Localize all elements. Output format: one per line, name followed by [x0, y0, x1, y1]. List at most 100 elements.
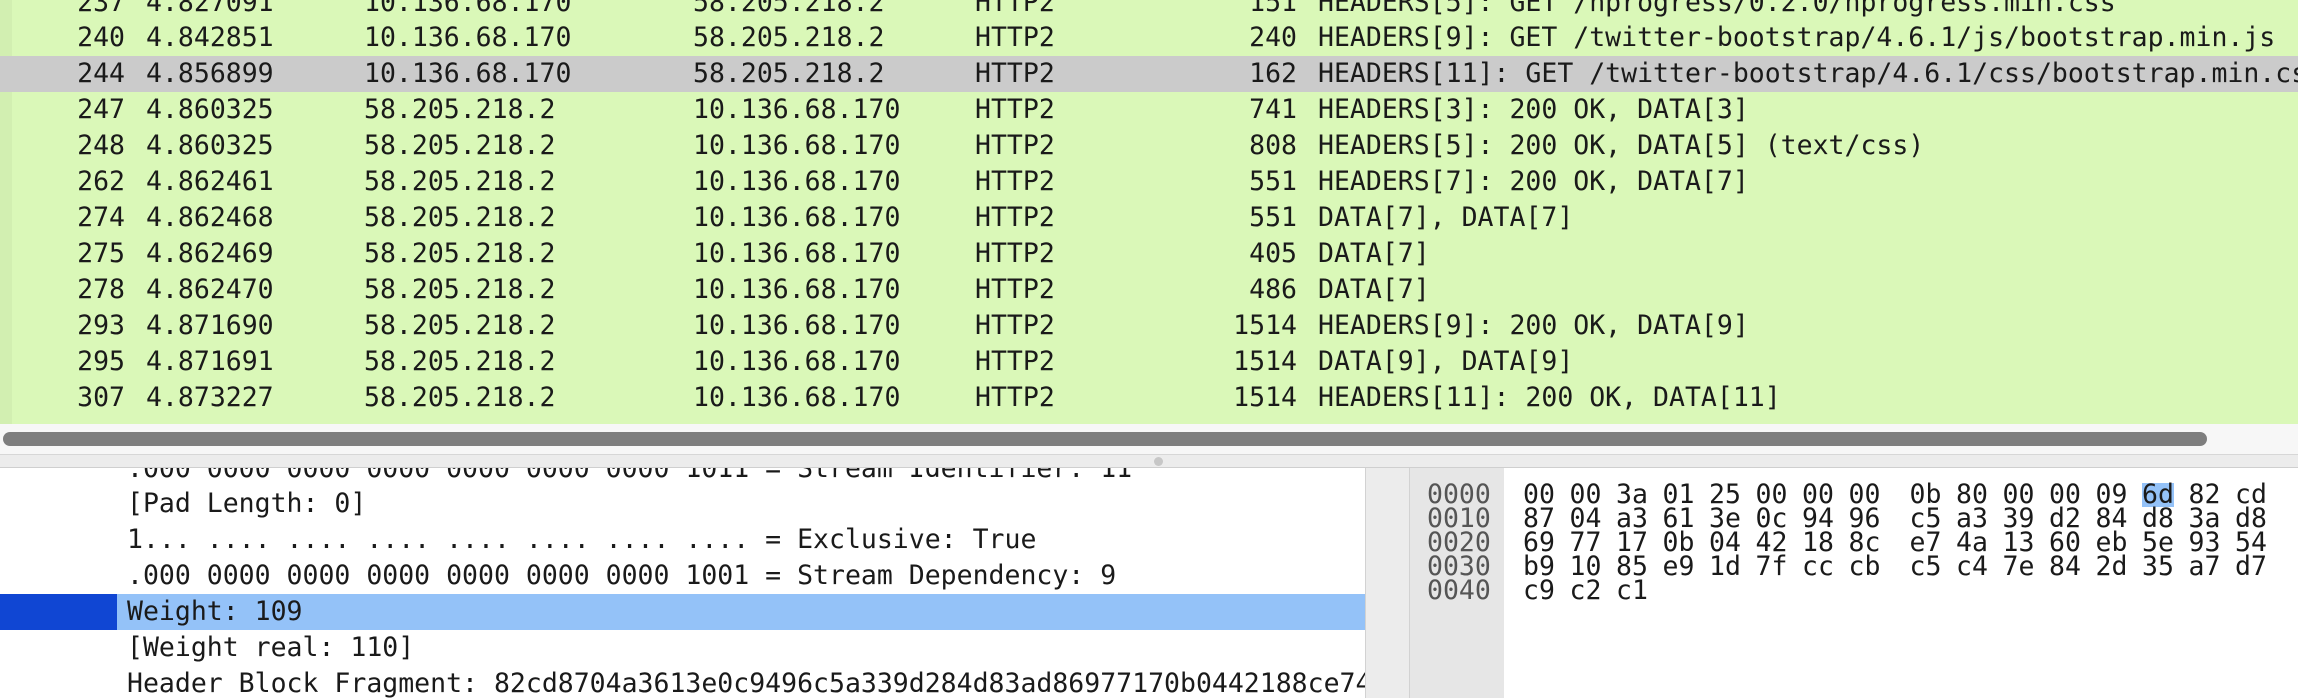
detail-line[interactable]: .000 0000 0000 0000 0000 0000 0000 1011 …: [0, 468, 1365, 487]
packet-protocol: HTTP2: [975, 94, 1055, 125]
packet-number: 237: [77, 0, 125, 18]
packet-row-selected[interactable]: 244 4.856899 10.136.68.170 58.205.218.2 HTTP…: [0, 56, 2298, 92]
packet-info: HEADERS[11]: GET /twitter-bootstrap/4.6.…: [1318, 58, 2298, 89]
packet-time: 4.842851: [146, 22, 274, 53]
packet-length: 1514: [1233, 310, 1297, 341]
detail-text: Weight: 109: [127, 596, 303, 627]
packet-length: 741: [1249, 94, 1297, 125]
packet-number: 293: [77, 310, 125, 341]
hex-byte[interactable]: 7f: [1756, 553, 1788, 580]
packet-time: 4.862470: [146, 274, 274, 305]
packet-info: HEADERS[9]: 200 OK, DATA[9]: [1318, 310, 1749, 341]
packet-source: 58.205.218.2: [364, 94, 556, 125]
packet-row[interactable]: 275 4.862469 58.205.218.2 10.136.68.170 HTTP…: [0, 236, 2298, 272]
packet-destination: 10.136.68.170: [693, 130, 901, 161]
pane-splitter[interactable]: [0, 454, 2298, 468]
hex-byte[interactable]: e9: [1663, 553, 1695, 580]
hex-byte[interactable]: c9: [1523, 577, 1555, 604]
packet-time: 4.871691: [146, 346, 274, 377]
hex-byte[interactable]: c4: [1956, 553, 1988, 580]
packet-protocol: HTTP2: [975, 166, 1055, 197]
packet-destination: 10.136.68.170: [693, 346, 901, 377]
hex-byte[interactable]: c1: [1616, 577, 1648, 604]
hex-byte[interactable]: 1d: [1709, 553, 1741, 580]
packet-length: 405: [1249, 238, 1297, 269]
packet-protocol: HTTP2: [975, 0, 1055, 18]
detail-line[interactable]: Header Block Fragment: 82cd8704a3613e0c9…: [0, 666, 1365, 698]
packet-number: 247: [77, 94, 125, 125]
detail-line[interactable]: 1... .... .... .... .... .... .... .... …: [0, 522, 1365, 558]
packet-row[interactable]: 278 4.862470 58.205.218.2 10.136.68.170 HTTP…: [0, 272, 2298, 308]
packet-number: 275: [77, 238, 125, 269]
packet-length: 551: [1249, 202, 1297, 233]
hex-byte[interactable]: d7: [2235, 553, 2267, 580]
packet-row[interactable]: 295 4.871691 58.205.218.2 10.136.68.170 HTTP…: [0, 344, 2298, 380]
detail-line[interactable]: [Weight real: 110]: [0, 630, 1365, 666]
packet-protocol: HTTP2: [975, 130, 1055, 161]
packet-source: 58.205.218.2: [364, 202, 556, 233]
selection-marker: [0, 594, 117, 630]
packet-row[interactable]: 248 4.860325 58.205.218.2 10.136.68.170 HTTP…: [0, 128, 2298, 164]
packet-protocol: HTTP2: [975, 22, 1055, 53]
offset-column: 0000 0010 0020 0030 0040: [1410, 468, 1504, 698]
packet-number: 240: [77, 22, 125, 53]
packet-info: HEADERS[7]: 200 OK, DATA[7]: [1318, 166, 1749, 197]
hex-byte[interactable]: a7: [2189, 553, 2221, 580]
packet-number: 295: [77, 346, 125, 377]
packet-info: DATA[7], DATA[7]: [1318, 202, 1574, 233]
packet-source: 10.136.68.170: [364, 58, 572, 89]
hex-byte[interactable]: c5: [1910, 553, 1942, 580]
packet-details-pane[interactable]: .000 0000 0000 0000 0000 0000 0000 1011 …: [0, 468, 1365, 698]
packet-list-horizontal-scrollbar[interactable]: [0, 424, 2298, 454]
packet-row[interactable]: 293 4.871690 58.205.218.2 10.136.68.170 HTTP…: [0, 308, 2298, 344]
packet-length: 486: [1249, 274, 1297, 305]
packet-time: 4.827091: [146, 0, 274, 18]
packet-destination: 10.136.68.170: [693, 274, 901, 305]
packet-list[interactable]: 237 4.827091 10.136.68.170 58.205.218.2 HTTP…: [0, 0, 2298, 424]
packet-row[interactable]: 262 4.862461 58.205.218.2 10.136.68.170 HTTP…: [0, 164, 2298, 200]
packet-row[interactable]: 307 4.873227 58.205.218.2 10.136.68.170 HTTP…: [0, 380, 2298, 416]
packet-destination: 58.205.218.2: [693, 0, 885, 18]
packet-source: 58.205.218.2: [364, 130, 556, 161]
scrollbar-thumb[interactable]: [3, 432, 2207, 446]
packet-number: 274: [77, 202, 125, 233]
detail-text: [Weight real: 110]: [127, 632, 415, 663]
packet-source: 58.205.218.2: [364, 346, 556, 377]
hex-byte[interactable]: 35: [2142, 553, 2174, 580]
packet-row[interactable]: 274 4.862468 58.205.218.2 10.136.68.170 HTTP…: [0, 200, 2298, 236]
packet-row[interactable]: 237 4.827091 10.136.68.170 58.205.218.2 HTTP…: [0, 0, 2298, 21]
packet-protocol: HTTP2: [975, 238, 1055, 269]
packet-row[interactable]: 247 4.860325 58.205.218.2 10.136.68.170 HTTP…: [0, 92, 2298, 128]
packet-info: DATA[9], DATA[9]: [1318, 346, 1574, 377]
hex-byte[interactable]: c2: [1570, 577, 1602, 604]
packet-length: 240: [1249, 22, 1297, 53]
packet-info: HEADERS[5]: GET /nprogress/0.2.0/nprogre…: [1318, 0, 2116, 18]
byte-offset: 0040: [1427, 575, 1491, 606]
packet-time: 4.873227: [146, 382, 274, 413]
detail-text: .000 0000 0000 0000 0000 0000 0000 1011 …: [127, 468, 1133, 484]
packet-destination: 10.136.68.170: [693, 202, 901, 233]
detail-line[interactable]: [Pad Length: 0]: [0, 486, 1365, 522]
packet-number: 278: [77, 274, 125, 305]
packet-bytes-pane[interactable]: 0000 0010 0020 0030 0040 00 00 3a 01 25 00 00 00 0b 8…: [1410, 468, 2298, 698]
details-bytes-divider[interactable]: [1365, 468, 1410, 698]
detail-line[interactable]: .000 0000 0000 0000 0000 0000 0000 1001 …: [0, 558, 1365, 594]
hex-byte[interactable]: 7e: [2003, 553, 2035, 580]
packet-destination: 10.136.68.170: [693, 382, 901, 413]
packet-row[interactable]: 240 4.842851 10.136.68.170 58.205.218.2 HTTP…: [0, 20, 2298, 56]
packet-protocol: HTTP2: [975, 274, 1055, 305]
hex-byte[interactable]: cb: [1849, 553, 1881, 580]
hex-byte[interactable]: cc: [1802, 553, 1834, 580]
packet-source: 58.205.218.2: [364, 238, 556, 269]
hex-byte[interactable]: 84: [2049, 553, 2081, 580]
packet-protocol: HTTP2: [975, 202, 1055, 233]
hex-row: c9 c2 c1: [1523, 577, 1663, 604]
packet-destination: 10.136.68.170: [693, 94, 901, 125]
detail-line-selected[interactable]: Weight: 109: [0, 594, 1365, 630]
packet-length: 551: [1249, 166, 1297, 197]
detail-text: .000 0000 0000 0000 0000 0000 0000 1001 …: [127, 560, 1117, 591]
packet-number: 262: [77, 166, 125, 197]
detail-text: Header Block Fragment: 82cd8704a3613e0c9…: [127, 668, 1365, 698]
hex-byte[interactable]: 2d: [2096, 553, 2128, 580]
splitter-handle-icon[interactable]: [1154, 457, 1163, 466]
